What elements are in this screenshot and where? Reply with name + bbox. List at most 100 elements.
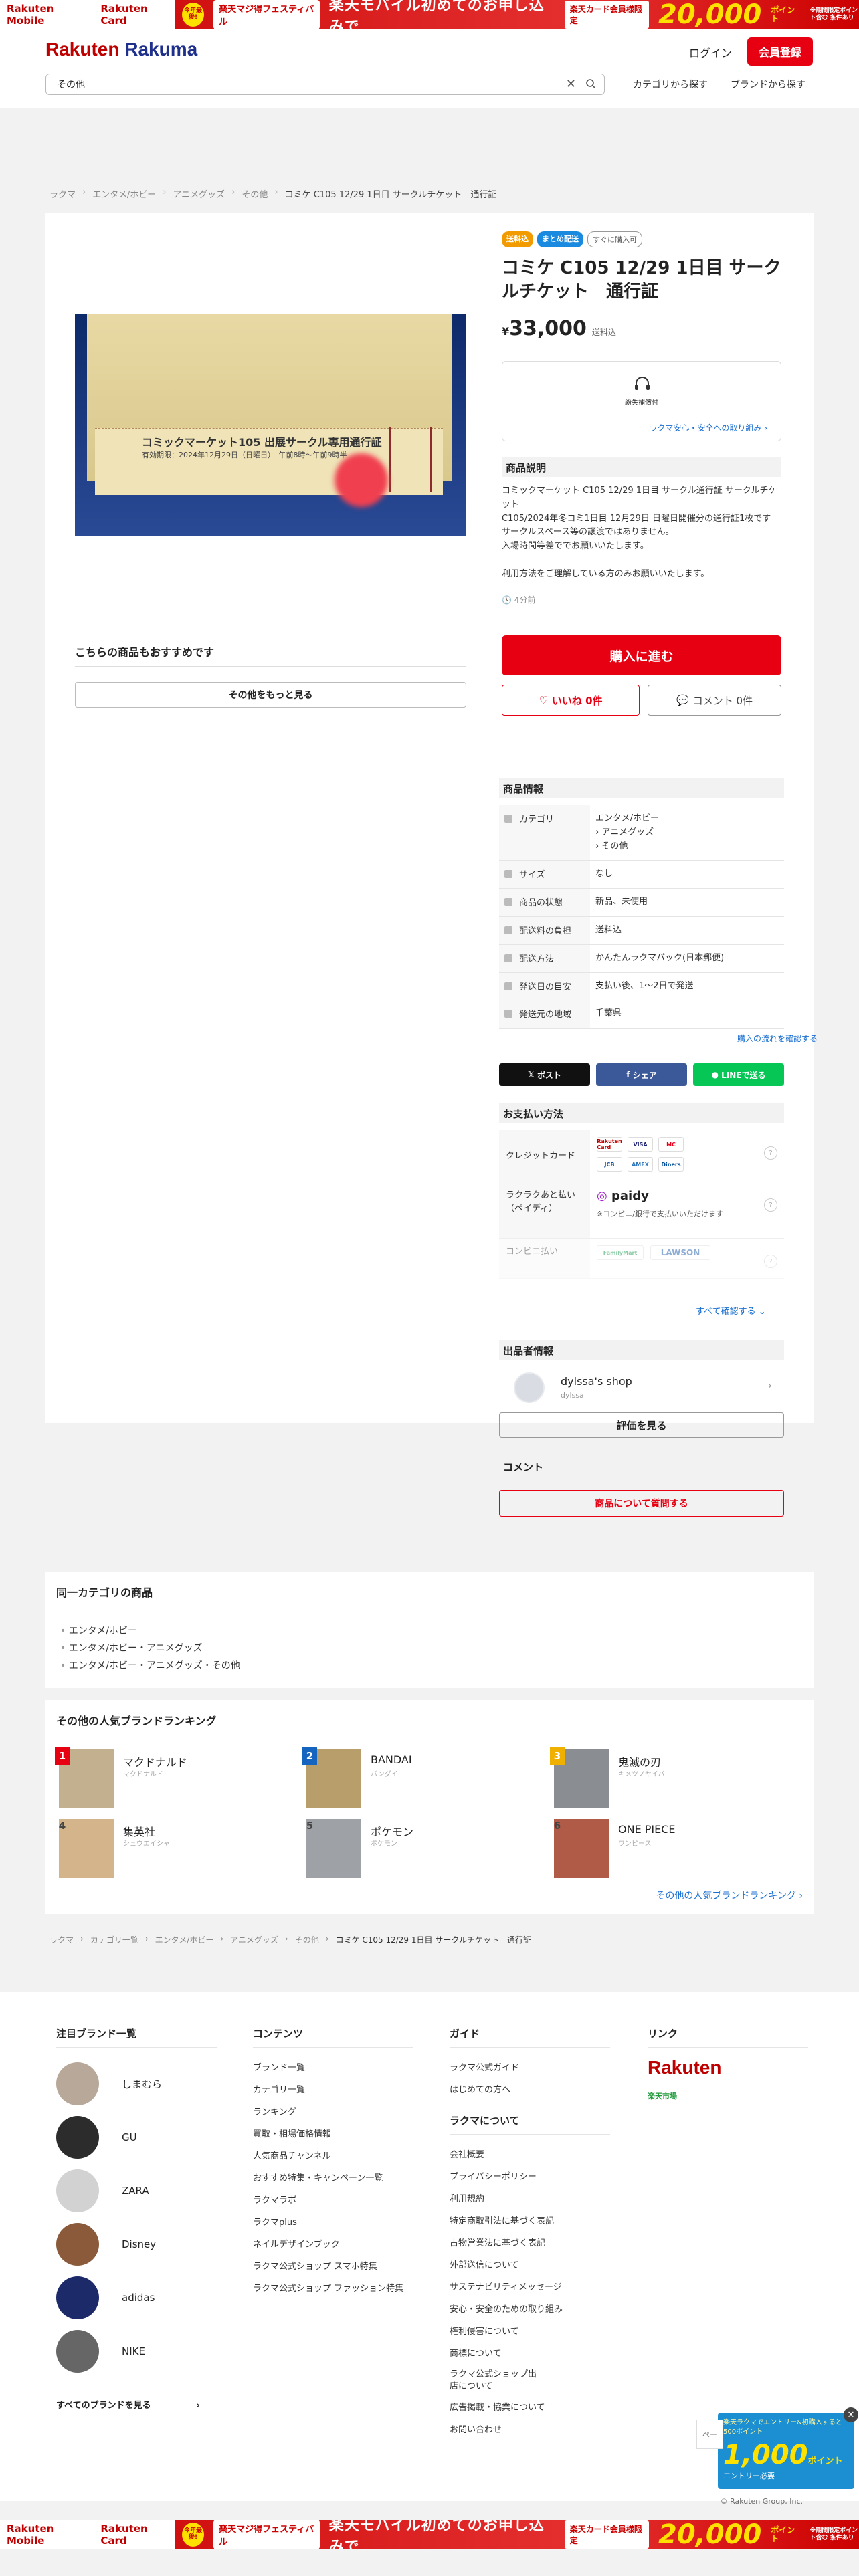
footer-link[interactable]: 商標について: [450, 2343, 610, 2365]
clear-icon[interactable]: ✕: [566, 77, 576, 91]
category-value[interactable]: エンタメ/ホビー › アニメグッズ › その他: [590, 805, 784, 861]
see-all-payments[interactable]: すべて確認する ⌄: [696, 1304, 766, 1317]
lawson-icon: LAWSON: [650, 1245, 710, 1260]
footer-link[interactable]: ラクマ公式ショップ スマホ特集: [253, 2256, 413, 2278]
search-input[interactable]: その他 ✕: [45, 74, 605, 95]
assurance-link[interactable]: ラクマ安心・安全への取り組み ›: [649, 422, 767, 433]
search-icon[interactable]: [585, 78, 596, 89]
banner-points: 20,000: [658, 2520, 762, 2549]
top-ad-banner[interactable]: Rakuten Mobile Rakuten Card 今年最後! 楽天マジ得フ…: [0, 0, 859, 29]
line-share-button[interactable]: ● LINEで送る: [693, 1063, 784, 1086]
folder-icon: [504, 815, 512, 823]
list-item[interactable]: エンタメ/ホビー: [60, 1622, 240, 1640]
footer-link[interactable]: プライバシーポリシー: [450, 2166, 610, 2188]
seller-title: 出品者情報: [499, 1340, 784, 1360]
product-title: コミケ C105 12/29 1日目 サークルチケット 通行証: [502, 258, 781, 302]
payment-convenience[interactable]: コンビニ払い FamilyMart LAWSON?: [499, 1239, 784, 1279]
breadcrumb-item[interactable]: その他: [295, 1934, 319, 1945]
view-reviews-button[interactable]: 評価を見る: [499, 1412, 784, 1438]
nav-brand[interactable]: ブランドから探す: [731, 78, 805, 91]
nav-category[interactable]: カテゴリから探す: [633, 78, 708, 91]
footer-link[interactable]: 会社概要: [450, 2144, 610, 2166]
footer-link[interactable]: 権利侵害について: [450, 2321, 610, 2343]
footer-link[interactable]: サステナビリティメッセージ: [450, 2276, 610, 2298]
see-more-button[interactable]: その他をもっと見る: [75, 682, 466, 708]
mastercard-icon: MC: [658, 1137, 684, 1152]
breadcrumb-item[interactable]: アニメグッズ: [230, 1934, 278, 1945]
footer-links: リンク Rakuten 楽天市場: [648, 2026, 808, 2101]
footer-link[interactable]: 利用規約: [450, 2188, 610, 2210]
breadcrumb-item[interactable]: エンタメ/ホビー: [155, 1934, 214, 1945]
footer-link[interactable]: ブランド一覧: [253, 2057, 413, 2079]
x-post-button[interactable]: 𝕏 ポスト: [499, 1063, 590, 1086]
footer-link[interactable]: ラクマ公式ショップ ファッション特集: [253, 2283, 413, 2295]
comment-button[interactable]: 💬 コメント 0件: [648, 685, 781, 716]
rank-item[interactable]: 3 鬼滅の刃 キメツノヤイバ: [545, 1747, 785, 1810]
payment-paidy[interactable]: ラクラクあと払い（ペイディ） ◎ paidy ※コンビニ/銀行で支払いいただけま…: [499, 1182, 784, 1239]
brand-item[interactable]: NIKE: [56, 2325, 217, 2378]
chevron-right-icon: ›: [767, 1379, 772, 1392]
breadcrumb-item[interactable]: エンタメ/ホビー: [92, 187, 156, 200]
all-brands-link[interactable]: すべてのブランドを見る ›: [56, 2398, 217, 2411]
brand-item[interactable]: しまむら: [56, 2057, 217, 2111]
promo-popup[interactable]: ペー ✕ 楽天ラクマでエントリー&初購入すると500ポイント 1,000ポイント…: [696, 2407, 858, 2489]
product-price: ¥33,000 送料込: [502, 317, 616, 340]
breadcrumb-item[interactable]: アニメグッズ: [173, 187, 225, 200]
footer-link[interactable]: 安心・安全のための取り組み: [450, 2298, 610, 2321]
rank-item[interactable]: 5 ポケモン ポケモン: [297, 1816, 538, 1879]
footer-link[interactable]: 古物営業法に基づく表記: [450, 2232, 610, 2254]
list-item[interactable]: エンタメ/ホビー・アニメグッズ・その他: [60, 1657, 240, 1675]
bottom-ad-banner[interactable]: Rakuten Mobile Rakuten Card 今年最後! 楽天マジ得フ…: [0, 2520, 859, 2549]
headset-icon: [635, 377, 650, 390]
login-link[interactable]: ログイン: [689, 44, 732, 60]
footer-link[interactable]: 外部送信について: [450, 2254, 610, 2276]
rakuten-ichiba-logo[interactable]: 楽天市場: [648, 2090, 808, 2101]
rank-item[interactable]: 4 集英社 シュウエイシャ: [50, 1816, 290, 1879]
size-icon: [504, 870, 512, 879]
register-button[interactable]: 会員登録: [747, 37, 813, 66]
rank-item[interactable]: 2 BANDAI バンダイ: [297, 1747, 538, 1810]
payment-credit[interactable]: クレジットカード Rakuten Card VISA MC JCB AMEX D…: [499, 1130, 784, 1182]
list-item[interactable]: エンタメ/ホビー・アニメグッズ: [60, 1640, 240, 1657]
footer-link[interactable]: ラクマ公式ショップ出店について: [450, 2369, 537, 2393]
like-button[interactable]: ♡ いいね 0件: [502, 685, 640, 716]
footer-link[interactable]: ランキング: [253, 2101, 413, 2123]
rank-item[interactable]: 1 マクドナルド マクドナルド: [50, 1747, 290, 1810]
banner-points-unit: ポイント: [771, 5, 795, 23]
breadcrumb-item[interactable]: ラクマ: [50, 1934, 74, 1945]
more-ranking-link[interactable]: その他の人気ブランドランキング ›: [656, 1889, 803, 1902]
buy-button[interactable]: 購入に進む: [502, 635, 781, 675]
footer-link[interactable]: ラクマラボ: [253, 2189, 413, 2212]
brand-item[interactable]: adidas: [56, 2271, 217, 2325]
footer-link[interactable]: カテゴリ一覧: [253, 2079, 413, 2101]
footer-link[interactable]: 特定商取引法に基づく表記: [450, 2210, 610, 2232]
ranking-title: その他の人気ブランドランキング: [56, 1715, 217, 1727]
footer-link[interactable]: 広告掲載・協業について: [450, 2397, 610, 2419]
footer-link[interactable]: 買取・相場価格情報: [253, 2123, 413, 2145]
footer-link[interactable]: ラクマplus: [253, 2212, 413, 2234]
rakuten-logo[interactable]: Rakuten: [648, 2057, 808, 2078]
search-input-value: その他: [57, 80, 85, 90]
footer-link[interactable]: おすすめ特集・キャンペーン一覧: [253, 2167, 413, 2189]
rank-item[interactable]: 6 ONE PIECE ワンピース: [545, 1816, 785, 1879]
breadcrumb-item[interactable]: カテゴリ一覧: [90, 1934, 138, 1945]
ask-question-button[interactable]: 商品について質問する: [499, 1490, 784, 1517]
product-image[interactable]: コミックマーケット105 出展サークル専用通行証 有効期限：2024年12月29…: [75, 314, 466, 536]
footer-link[interactable]: ネイルデザインブック: [253, 2234, 413, 2256]
brand-item[interactable]: ZARA: [56, 2164, 217, 2218]
page-top-tab[interactable]: ペー: [696, 2420, 723, 2449]
breadcrumb-item[interactable]: その他: [242, 187, 268, 200]
x-icon: 𝕏: [528, 1070, 537, 1079]
purchase-flow-link[interactable]: 購入の流れを確認する: [737, 1033, 818, 1044]
seller-card[interactable]: dylssa's shop dylssa ›: [499, 1366, 784, 1408]
footer-link[interactable]: お問い合わせ: [450, 2419, 610, 2441]
footer-link[interactable]: はじめての方へ: [450, 2079, 610, 2101]
facebook-share-button[interactable]: f シェア: [596, 1063, 687, 1086]
footer-link[interactable]: ラクマ公式ガイド: [450, 2057, 610, 2079]
breadcrumb-item[interactable]: ラクマ: [50, 187, 76, 200]
close-icon[interactable]: ✕: [844, 2407, 858, 2422]
brand-item[interactable]: GU: [56, 2111, 217, 2164]
rakuma-logo[interactable]: Rakuten Rakuma: [45, 39, 197, 60]
brand-item[interactable]: Disney: [56, 2218, 217, 2271]
footer-link[interactable]: 人気商品チャンネル: [253, 2145, 413, 2167]
